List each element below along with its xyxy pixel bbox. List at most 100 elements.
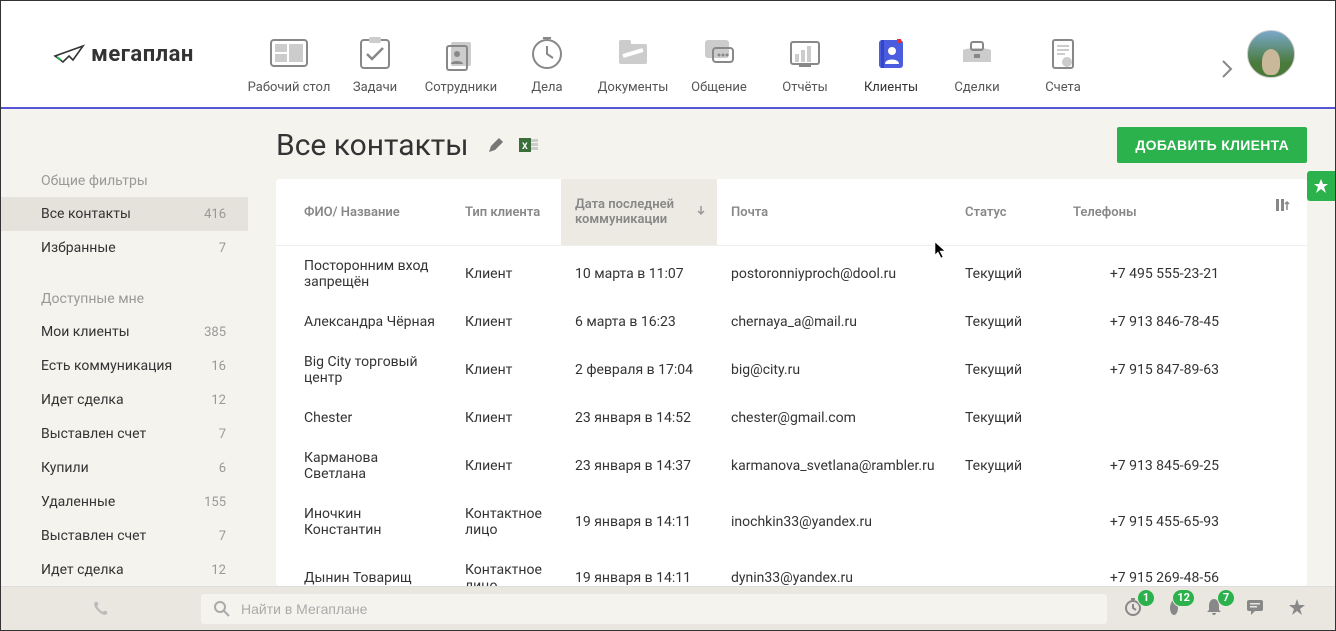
sidebar-item[interactable]: Идет сделка 12 [1,553,248,586]
nav-item-label: Дела [531,80,562,95]
sidebar-item[interactable]: Есть коммуникация16 [1,349,248,383]
avatar[interactable] [1247,30,1295,78]
favorites-tab[interactable] [1307,171,1335,201]
footer-fire-button[interactable]: 12 [1165,597,1183,621]
table-body: Посторонним вход запрещёнКлиент10 марта … [276,246,1307,586]
footer-timer-button[interactable]: 1 [1123,597,1143,621]
col-type[interactable]: Тип клиента [451,179,561,245]
cell-type: Клиент [451,454,561,478]
nav-item-invoices[interactable]: Счета [1020,14,1106,95]
cell-type: Клиент [451,310,561,334]
phone-icon [91,599,111,619]
nav-item-employees[interactable]: Сотрудники [418,14,504,95]
nav-item-tasks[interactable]: Задачи [332,14,418,95]
sidebar-item-count: 416 [204,207,226,222]
sidebar-item-label: Выставлен счет [41,528,146,544]
sidebar-item-label: Купили [41,460,89,476]
sidebar-item-count: 385 [204,325,226,340]
col-date[interactable]: Дата последней коммуникации [561,179,717,245]
add-client-button[interactable]: ДОБАВИТЬ КЛИЕНТА [1117,127,1307,163]
table-row[interactable]: Посторонним вход запрещёнКлиент10 марта … [276,246,1307,302]
sidebar-item-label: Идет сделка [41,392,124,408]
sidebar-item-count: 155 [204,495,226,510]
sidebar-section-title: Доступные мне [1,283,248,315]
top-nav: Рабочий столЗадачиСотрудники Дела Документ… [246,14,1207,95]
table-row[interactable]: Карманова СветланаКлиент23 января в 14:3… [276,438,1307,494]
cell-name: Александра Чёрная [276,310,451,334]
sidebar-item[interactable]: Избранные7 [1,231,248,265]
sidebar-item[interactable]: Идет сделка12 [1,383,248,417]
nav-scroll-right[interactable] [1207,58,1247,80]
cell-phone [1059,414,1239,422]
cell-status: Текущий [951,406,1059,430]
search-box[interactable] [201,594,1107,624]
nav-item-chat[interactable]: Общение [676,14,762,95]
table-row[interactable]: Александра ЧёрнаяКлиент6 марта в 16:23ch… [276,302,1307,342]
nav-item-clients[interactable]: Клиенты [848,14,934,95]
nav-item-deals[interactable]: Сделки [934,14,1020,95]
cell-email: dynin33@yandex.ru [717,566,951,586]
invoices-icon [1043,34,1083,74]
export-excel-button[interactable]: X [519,136,539,154]
cell-phone: +7 495 555-23-21 [1059,262,1239,286]
cell-phone: +7 915 847-89-63 [1059,358,1239,382]
cell-name: Дынин Товарищ [276,566,451,586]
main: Все контакты X ДОБАВИТЬ КЛИЕНТА ФИО/ Наз… [248,109,1335,586]
column-settings-button[interactable] [1259,179,1307,245]
logo[interactable]: мегаплан [1,42,246,67]
cell-name: Иночкин Константин [276,502,451,542]
footer: 1 12 7 [1,586,1335,630]
table-row[interactable]: ChesterКлиент23 января в 14:52chester@gm… [276,398,1307,438]
chevron-right-icon [1216,58,1238,80]
sidebar-item[interactable]: Мои клиенты 385 [1,315,248,349]
sidebar-item-label: Мои клиенты [41,324,130,340]
nav-item-documents[interactable]: Документы [590,14,676,95]
documents-icon [613,34,653,74]
nav-item-todo[interactable]: Дела [504,14,590,95]
sidebar-item-label: Удаленные [41,494,115,510]
sidebar-item-label: Выставлен счет [41,426,146,442]
sidebar: Общие фильтры Все контакты416Избранные7 … [1,109,248,586]
footer-star-button[interactable] [1287,597,1307,621]
cell-name: Посторонним вход запрещён [276,254,451,294]
footer-bell-button[interactable]: 7 [1205,597,1223,621]
tasks-icon [355,34,395,74]
nav-item-reports[interactable]: Отчёты [762,14,848,95]
cell-email: karmanova_svetlana@rambler.ru [717,454,951,478]
col-name[interactable]: ФИО/ Название [276,179,451,245]
cell-status: Текущий [951,454,1059,478]
col-phone[interactable]: Телефоны [1059,179,1239,245]
sidebar-item[interactable]: Купили6 [1,451,248,485]
sidebar-item[interactable]: Удаленные 155 [1,485,248,519]
cell-type: Клиент [451,262,561,286]
footer-phone-button[interactable] [1,599,201,619]
columns-icon [1275,197,1291,213]
table-header: ФИО/ Название Тип клиента Дата последней… [276,179,1307,246]
table-row[interactable]: Дынин ТоварищКонтактное лицо19 января в … [276,550,1307,586]
col-status[interactable]: Статус [951,179,1059,245]
timer-badge: 1 [1137,589,1155,607]
sidebar-item-label: Идет сделка [41,562,124,578]
sidebar-item-count: 12 [211,563,226,578]
table-row[interactable]: Big City торговый центрКлиент2 февраля в… [276,342,1307,398]
footer-chat-button[interactable] [1245,597,1265,621]
sidebar-item[interactable]: Выставлен счет7 [1,417,248,451]
col-email[interactable]: Почта [717,179,951,245]
search-input[interactable] [241,601,1095,617]
sidebar-item[interactable]: Все контакты416 [1,197,248,231]
nav-item-label: Общение [691,80,747,95]
edit-button[interactable] [487,136,505,154]
svg-text:X: X [522,142,528,152]
chat-icon [699,34,739,74]
content: Общие фильтры Все контакты416Избранные7 … [1,109,1335,586]
cell-type: Клиент [451,358,561,382]
search-icon [213,600,231,618]
cell-name: Карманова Светлана [276,446,451,486]
page-title: Все контакты [276,128,469,163]
table-row[interactable]: Иночкин КонстантинКонтактное лицо19 янва… [276,494,1307,550]
nav-item-dashboard[interactable]: Рабочий стол [246,14,332,95]
sidebar-item[interactable]: Выставлен счет7 [1,519,248,553]
star-icon [1313,178,1329,194]
bell-badge: 7 [1217,589,1235,607]
cell-date: 10 марта в 11:07 [561,262,717,286]
